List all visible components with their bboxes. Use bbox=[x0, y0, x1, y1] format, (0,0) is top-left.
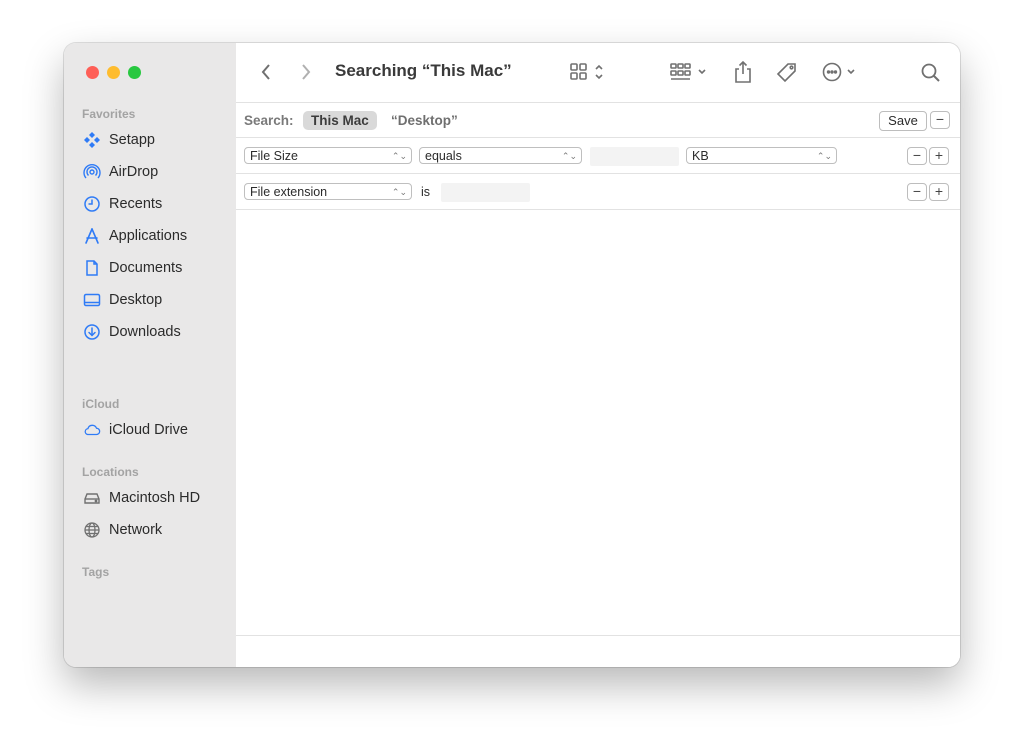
more-icon bbox=[822, 62, 855, 82]
sidebar-item-documents[interactable]: Documents bbox=[82, 256, 232, 280]
share-button[interactable] bbox=[732, 59, 754, 85]
sidebar: Favorites Setapp AirDrop Recents Applica… bbox=[64, 43, 237, 667]
extension-value-field[interactable] bbox=[441, 183, 530, 202]
grid-view-icon bbox=[570, 63, 603, 80]
chevron-updown-icon: ⌃⌄ bbox=[561, 151, 577, 161]
scope-this-mac[interactable]: This Mac bbox=[303, 111, 377, 130]
sidebar-item-network[interactable]: Network bbox=[82, 518, 232, 542]
close-button[interactable] bbox=[86, 66, 99, 79]
tag-button[interactable] bbox=[774, 60, 800, 86]
scope-desktop[interactable]: “Desktop” bbox=[391, 113, 458, 128]
tag-icon bbox=[776, 63, 796, 83]
group-by-button[interactable] bbox=[668, 61, 712, 83]
chevron-updown-icon: ⌃⌄ bbox=[391, 187, 407, 197]
view-mode-button[interactable] bbox=[568, 61, 610, 83]
sidebar-item-label: AirDrop bbox=[109, 164, 159, 180]
airdrop-icon bbox=[82, 162, 102, 182]
forward-button[interactable] bbox=[296, 60, 316, 84]
chevron-right-icon bbox=[302, 64, 311, 80]
setapp-icon bbox=[82, 130, 102, 150]
sidebar-item-macintosh-hd[interactable]: Macintosh HD bbox=[82, 486, 232, 510]
sidebar-item-label: iCloud Drive bbox=[109, 422, 188, 438]
sidebar-item-label: Network bbox=[109, 522, 163, 538]
search-icon bbox=[921, 63, 940, 82]
minimize-button[interactable] bbox=[107, 66, 120, 79]
remove-search-button[interactable]: − bbox=[930, 111, 950, 129]
attribute-select[interactable]: File Size ⌃⌄ bbox=[244, 147, 412, 164]
action-menu-button[interactable] bbox=[820, 61, 866, 83]
clock-icon bbox=[82, 194, 102, 214]
sidebar-item-label: Recents bbox=[109, 196, 163, 212]
sidebar-item-applications[interactable]: Applications bbox=[82, 224, 232, 248]
sidebar-item-recents[interactable]: Recents bbox=[82, 192, 232, 216]
sidebar-item-icloud-drive[interactable]: iCloud Drive bbox=[82, 418, 232, 442]
sidebar-item-desktop[interactable]: Desktop bbox=[82, 288, 232, 312]
search-scope-bar: Search: This Mac “Desktop” Save − bbox=[236, 103, 960, 138]
unit-value: KB bbox=[692, 149, 709, 163]
window-title: Searching “This Mac” bbox=[335, 61, 512, 80]
back-button[interactable] bbox=[256, 60, 276, 84]
size-value-field[interactable] bbox=[590, 147, 679, 166]
favorites-section-title: Favorites bbox=[82, 107, 136, 121]
sidebar-item-airdrop[interactable]: AirDrop bbox=[82, 160, 232, 184]
drive-icon bbox=[82, 488, 102, 508]
toolbar: Searching “This Mac” bbox=[236, 43, 960, 103]
chevron-updown-icon: ⌃⌄ bbox=[391, 151, 407, 161]
cloud-icon bbox=[82, 420, 102, 440]
remove-rule-button[interactable]: − bbox=[907, 183, 927, 201]
sidebar-item-label: Documents bbox=[109, 260, 183, 276]
chevron-left-icon bbox=[261, 64, 270, 80]
add-rule-button[interactable]: + bbox=[929, 183, 949, 201]
search-rule-row: File extension ⌃⌄ is − + bbox=[236, 174, 960, 210]
add-rule-button[interactable]: + bbox=[929, 147, 949, 165]
tags-section-title: Tags bbox=[82, 565, 110, 579]
sidebar-item-label: Setapp bbox=[109, 132, 155, 148]
operator-value: equals bbox=[425, 149, 462, 163]
search-button[interactable] bbox=[918, 60, 944, 86]
operator-select[interactable]: equals ⌃⌄ bbox=[419, 147, 582, 164]
path-bar bbox=[236, 635, 960, 667]
applications-icon bbox=[82, 226, 102, 246]
traffic-lights bbox=[86, 66, 141, 79]
finder-window: Favorites Setapp AirDrop Recents Applica… bbox=[64, 43, 960, 667]
chevron-updown-icon: ⌃⌄ bbox=[816, 151, 832, 161]
operator-label: is bbox=[421, 185, 431, 199]
search-rule-row: File Size ⌃⌄ equals ⌃⌄ KB ⌃⌄ − + bbox=[236, 138, 960, 174]
sidebar-item-downloads[interactable]: Downloads bbox=[82, 320, 232, 344]
search-label: Search: bbox=[244, 113, 294, 128]
zoom-button[interactable] bbox=[128, 66, 141, 79]
main-content: Searching “This Mac” Search: This Mac “D… bbox=[236, 43, 960, 667]
sidebar-item-label: Applications bbox=[109, 228, 188, 244]
document-icon bbox=[82, 258, 102, 278]
sidebar-item-label: Macintosh HD bbox=[109, 490, 201, 506]
sidebar-item-label: Downloads bbox=[109, 324, 181, 340]
attribute-value: File Size bbox=[250, 149, 298, 163]
unit-select[interactable]: KB ⌃⌄ bbox=[686, 147, 837, 164]
sidebar-item-setapp[interactable]: Setapp bbox=[82, 128, 232, 152]
share-icon bbox=[735, 60, 751, 83]
desktop-icon bbox=[82, 290, 102, 310]
attribute-select[interactable]: File extension ⌃⌄ bbox=[244, 183, 412, 200]
remove-rule-button[interactable]: − bbox=[907, 147, 927, 165]
group-icon bbox=[670, 63, 706, 80]
save-button[interactable]: Save bbox=[879, 111, 927, 131]
sidebar-item-label: Desktop bbox=[109, 292, 163, 308]
attribute-value: File extension bbox=[250, 185, 328, 199]
icloud-section-title: iCloud bbox=[82, 397, 120, 411]
locations-section-title: Locations bbox=[82, 465, 139, 479]
download-icon bbox=[82, 322, 102, 342]
globe-icon bbox=[82, 520, 102, 540]
